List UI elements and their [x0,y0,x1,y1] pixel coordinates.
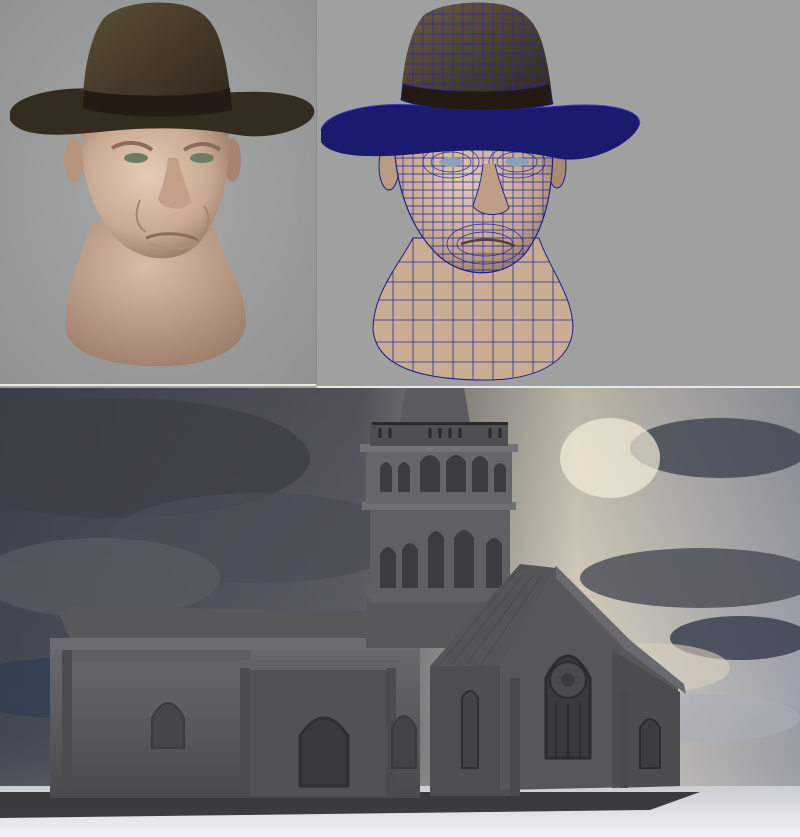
church-render-panel [0,388,800,837]
shaded-head-panel [0,0,317,386]
transept-side-window [639,718,661,769]
main-door [298,716,350,788]
right-eye [190,153,214,163]
nave [50,606,420,798]
transept-left-window [461,690,479,769]
wireframe-head-panel [317,0,800,388]
side-window [391,715,417,769]
shaded-head-render [0,0,316,384]
nave-window [151,702,185,749]
left-ear [64,138,84,182]
wire-right-eye [505,157,529,167]
left-eye [124,153,148,163]
composite-image [0,0,800,837]
church-render [0,388,800,837]
wire-left-eye [439,157,463,167]
wireframe-head-render [320,2,641,381]
